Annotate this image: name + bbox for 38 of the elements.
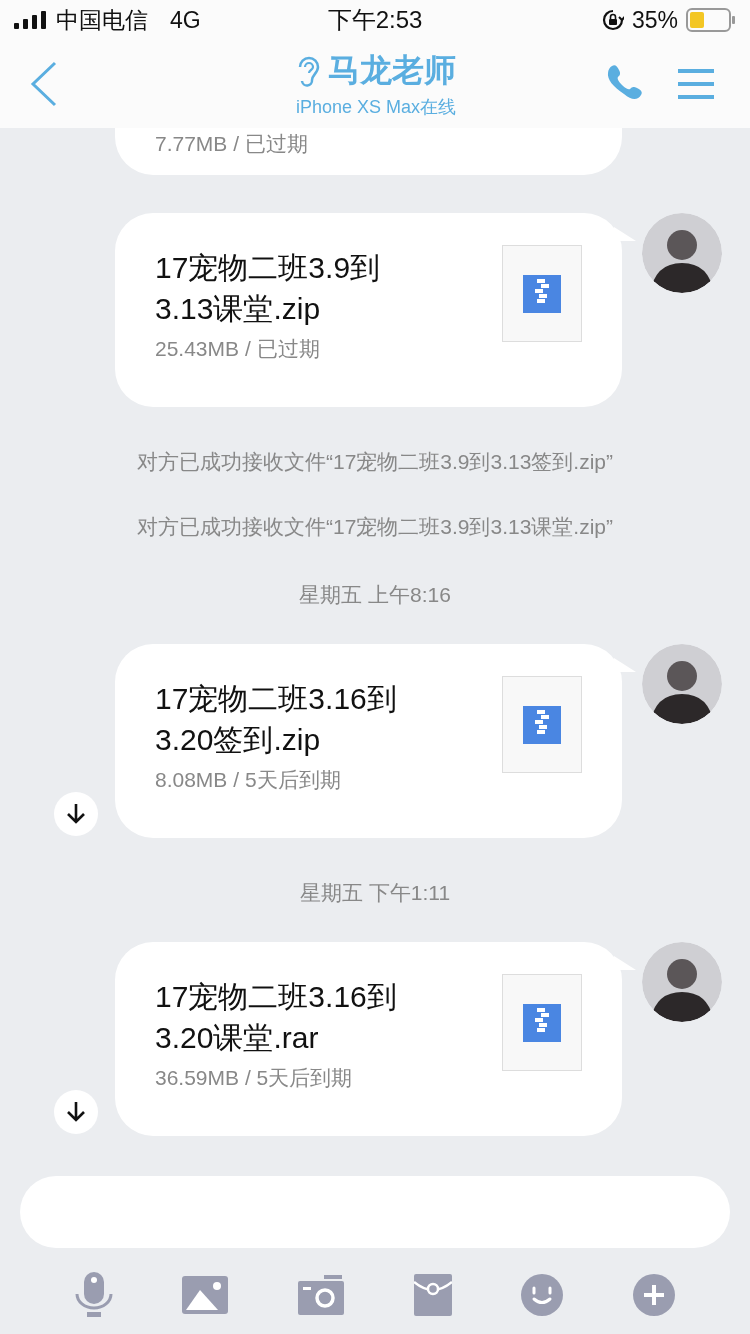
file-size-status: 25.43MB / 已过期 [155,336,321,362]
file-name: 17宠物二班3.9到3.13课堂.zip [155,250,382,327]
download-icon[interactable] [54,792,98,836]
online-status: iPhone XS Max在线 [295,96,457,119]
file-size-status: 8.08MB / 5天后到期 [155,767,342,793]
file-size-status: 36.59MB / 5天后到期 [155,1065,354,1091]
message-time: 星期五 下午1:11 [298,880,452,906]
archive-file-icon [502,676,582,773]
download-icon[interactable] [54,1090,98,1134]
message-time: 星期五 上午8:16 [298,582,452,608]
battery-percent: 35% [631,6,678,34]
battery-icon [686,8,736,32]
carrier-name: 中国电信 [56,5,148,35]
file-bubble[interactable]: 17宠物二班3.16到3.20签到.zip 8.08MB / 5天后到期 [115,644,622,838]
system-notice: 对方已成功接收文件“17宠物二班3.9到3.13课堂.zip” [135,514,615,540]
contact-name: 马龙老师 [328,51,456,90]
file-bubble[interactable]: 7.77MB / 已过期 [115,128,622,175]
microphone-icon[interactable] [74,1272,113,1318]
archive-file-icon [502,974,582,1071]
file-size-status: 7.77MB / 已过期 [155,131,308,157]
file-bubble[interactable]: 17宠物二班3.9到3.13课堂.zip 25.43MB / 已过期 [115,213,622,407]
camera-icon[interactable] [298,1275,345,1315]
archive-file-icon [502,245,582,342]
envelope-icon[interactable] [413,1274,452,1316]
signal-icon [14,11,48,29]
emoji-icon[interactable] [521,1274,564,1316]
file-name: 17宠物二班3.16到3.20课堂.rar [155,979,398,1056]
rotation-lock-icon [601,9,624,31]
image-icon[interactable] [182,1276,229,1314]
status-time: 下午2:53 [327,5,423,35]
file-bubble[interactable]: 17宠物二班3.16到3.20课堂.rar 36.59MB / 5天后到期 [115,942,622,1136]
system-notice: 对方已成功接收文件“17宠物二班3.9到3.13签到.zip” [135,449,615,475]
file-name: 17宠物二班3.16到3.20签到.zip [155,681,398,758]
back-icon[interactable] [30,61,58,107]
plus-icon[interactable] [633,1274,676,1316]
network-type: 4G [170,6,201,34]
menu-icon[interactable] [678,68,714,100]
ear-icon [296,54,320,88]
